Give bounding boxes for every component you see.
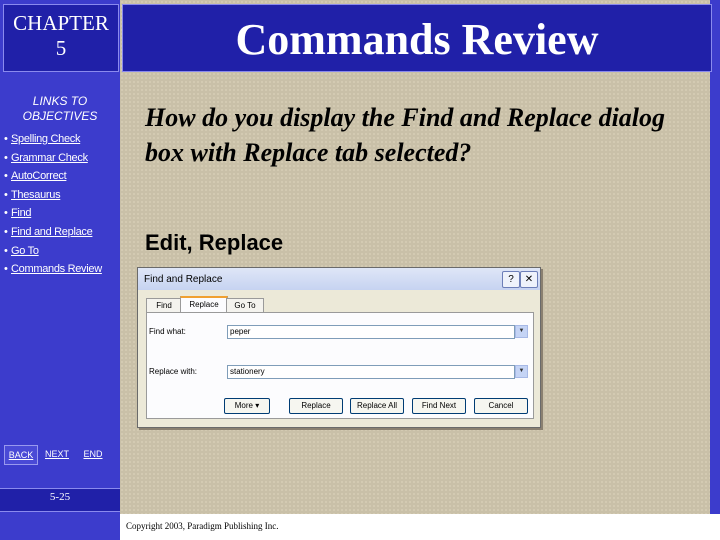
bullet: •: [4, 151, 8, 164]
end-button[interactable]: END: [78, 445, 108, 463]
next-button[interactable]: NEXT: [42, 445, 72, 463]
list-item: • Spelling Check: [4, 133, 102, 152]
answer-text: Edit, Replace: [145, 230, 284, 255]
chapter-word: CHAPTER: [13, 11, 109, 35]
bullet: •: [4, 170, 8, 183]
right-edge-bar: [710, 0, 720, 540]
list-item: • AutoCorrect: [4, 170, 102, 189]
bullet: •: [4, 225, 8, 238]
find-what-input[interactable]: peper: [227, 325, 515, 339]
close-icon[interactable]: ✕: [520, 271, 538, 288]
links-title-line1: LINKS TO: [32, 94, 88, 108]
replace-with-input[interactable]: stationery: [227, 365, 515, 379]
replace-all-button[interactable]: Replace All: [350, 398, 404, 414]
copyright-text: Copyright 2003, Paradigm Publishing Inc.: [126, 521, 279, 531]
bullet: •: [4, 244, 8, 257]
bullet: •: [4, 263, 8, 276]
replace-button[interactable]: Replace: [289, 398, 343, 414]
help-icon[interactable]: ?: [502, 271, 520, 288]
chapter-label: CHAPTER 5: [3, 4, 119, 72]
find-next-button[interactable]: Find Next: [412, 398, 466, 414]
link-autocorrect[interactable]: AutoCorrect: [11, 170, 67, 182]
links-title: LINKS TO OBJECTIVES: [10, 94, 110, 124]
link-find-and-replace[interactable]: Find and Replace: [11, 226, 93, 238]
slide-navigation: BACK NEXT END: [4, 445, 118, 465]
bullet: •: [4, 188, 8, 201]
list-item: • Grammar Check: [4, 152, 102, 171]
chapter-number: 5: [55, 36, 67, 60]
list-item: • Find and Replace: [4, 226, 102, 245]
slide-title: Commands Review: [122, 4, 712, 72]
link-go-to[interactable]: Go To: [11, 245, 39, 257]
list-item: • Find: [4, 207, 102, 226]
page-number: 5-25: [49, 491, 71, 503]
bullet: •: [4, 207, 8, 220]
link-grammar-check[interactable]: Grammar Check: [11, 152, 88, 164]
replace-with-label: Replace with:: [149, 367, 198, 376]
link-commands-review[interactable]: Commands Review: [11, 263, 102, 275]
tab-find[interactable]: Find: [146, 298, 182, 313]
link-thesaurus[interactable]: Thesaurus: [11, 189, 61, 201]
cancel-button[interactable]: Cancel: [474, 398, 528, 414]
link-spelling-check[interactable]: Spelling Check: [11, 133, 80, 145]
bullet: •: [4, 133, 8, 145]
list-item: • Commands Review: [4, 263, 102, 282]
tab-go-to[interactable]: Go To: [226, 298, 264, 313]
back-button[interactable]: BACK: [4, 445, 38, 465]
list-item: • Go To: [4, 245, 102, 264]
dialog-title: Find and Replace: [144, 273, 223, 285]
question-text: How do you display the Find and Replace …: [145, 103, 666, 167]
links-title-line2: OBJECTIVES: [22, 109, 98, 123]
link-find[interactable]: Find: [11, 207, 32, 219]
chevron-down-icon[interactable]: ▼: [515, 325, 528, 338]
find-what-label: Find what:: [149, 327, 186, 336]
list-item: • Thesaurus: [4, 189, 102, 208]
find-replace-dialog: Find and Replace ? ✕ Find Replace Go To …: [137, 267, 541, 428]
chevron-down-icon[interactable]: ▼: [515, 365, 528, 378]
objective-links: • Spelling Check • Grammar Check • AutoCorr…: [4, 133, 102, 282]
dialog-titlebar: Find and Replace: [138, 268, 540, 290]
more-button[interactable]: More ▾: [224, 398, 270, 414]
